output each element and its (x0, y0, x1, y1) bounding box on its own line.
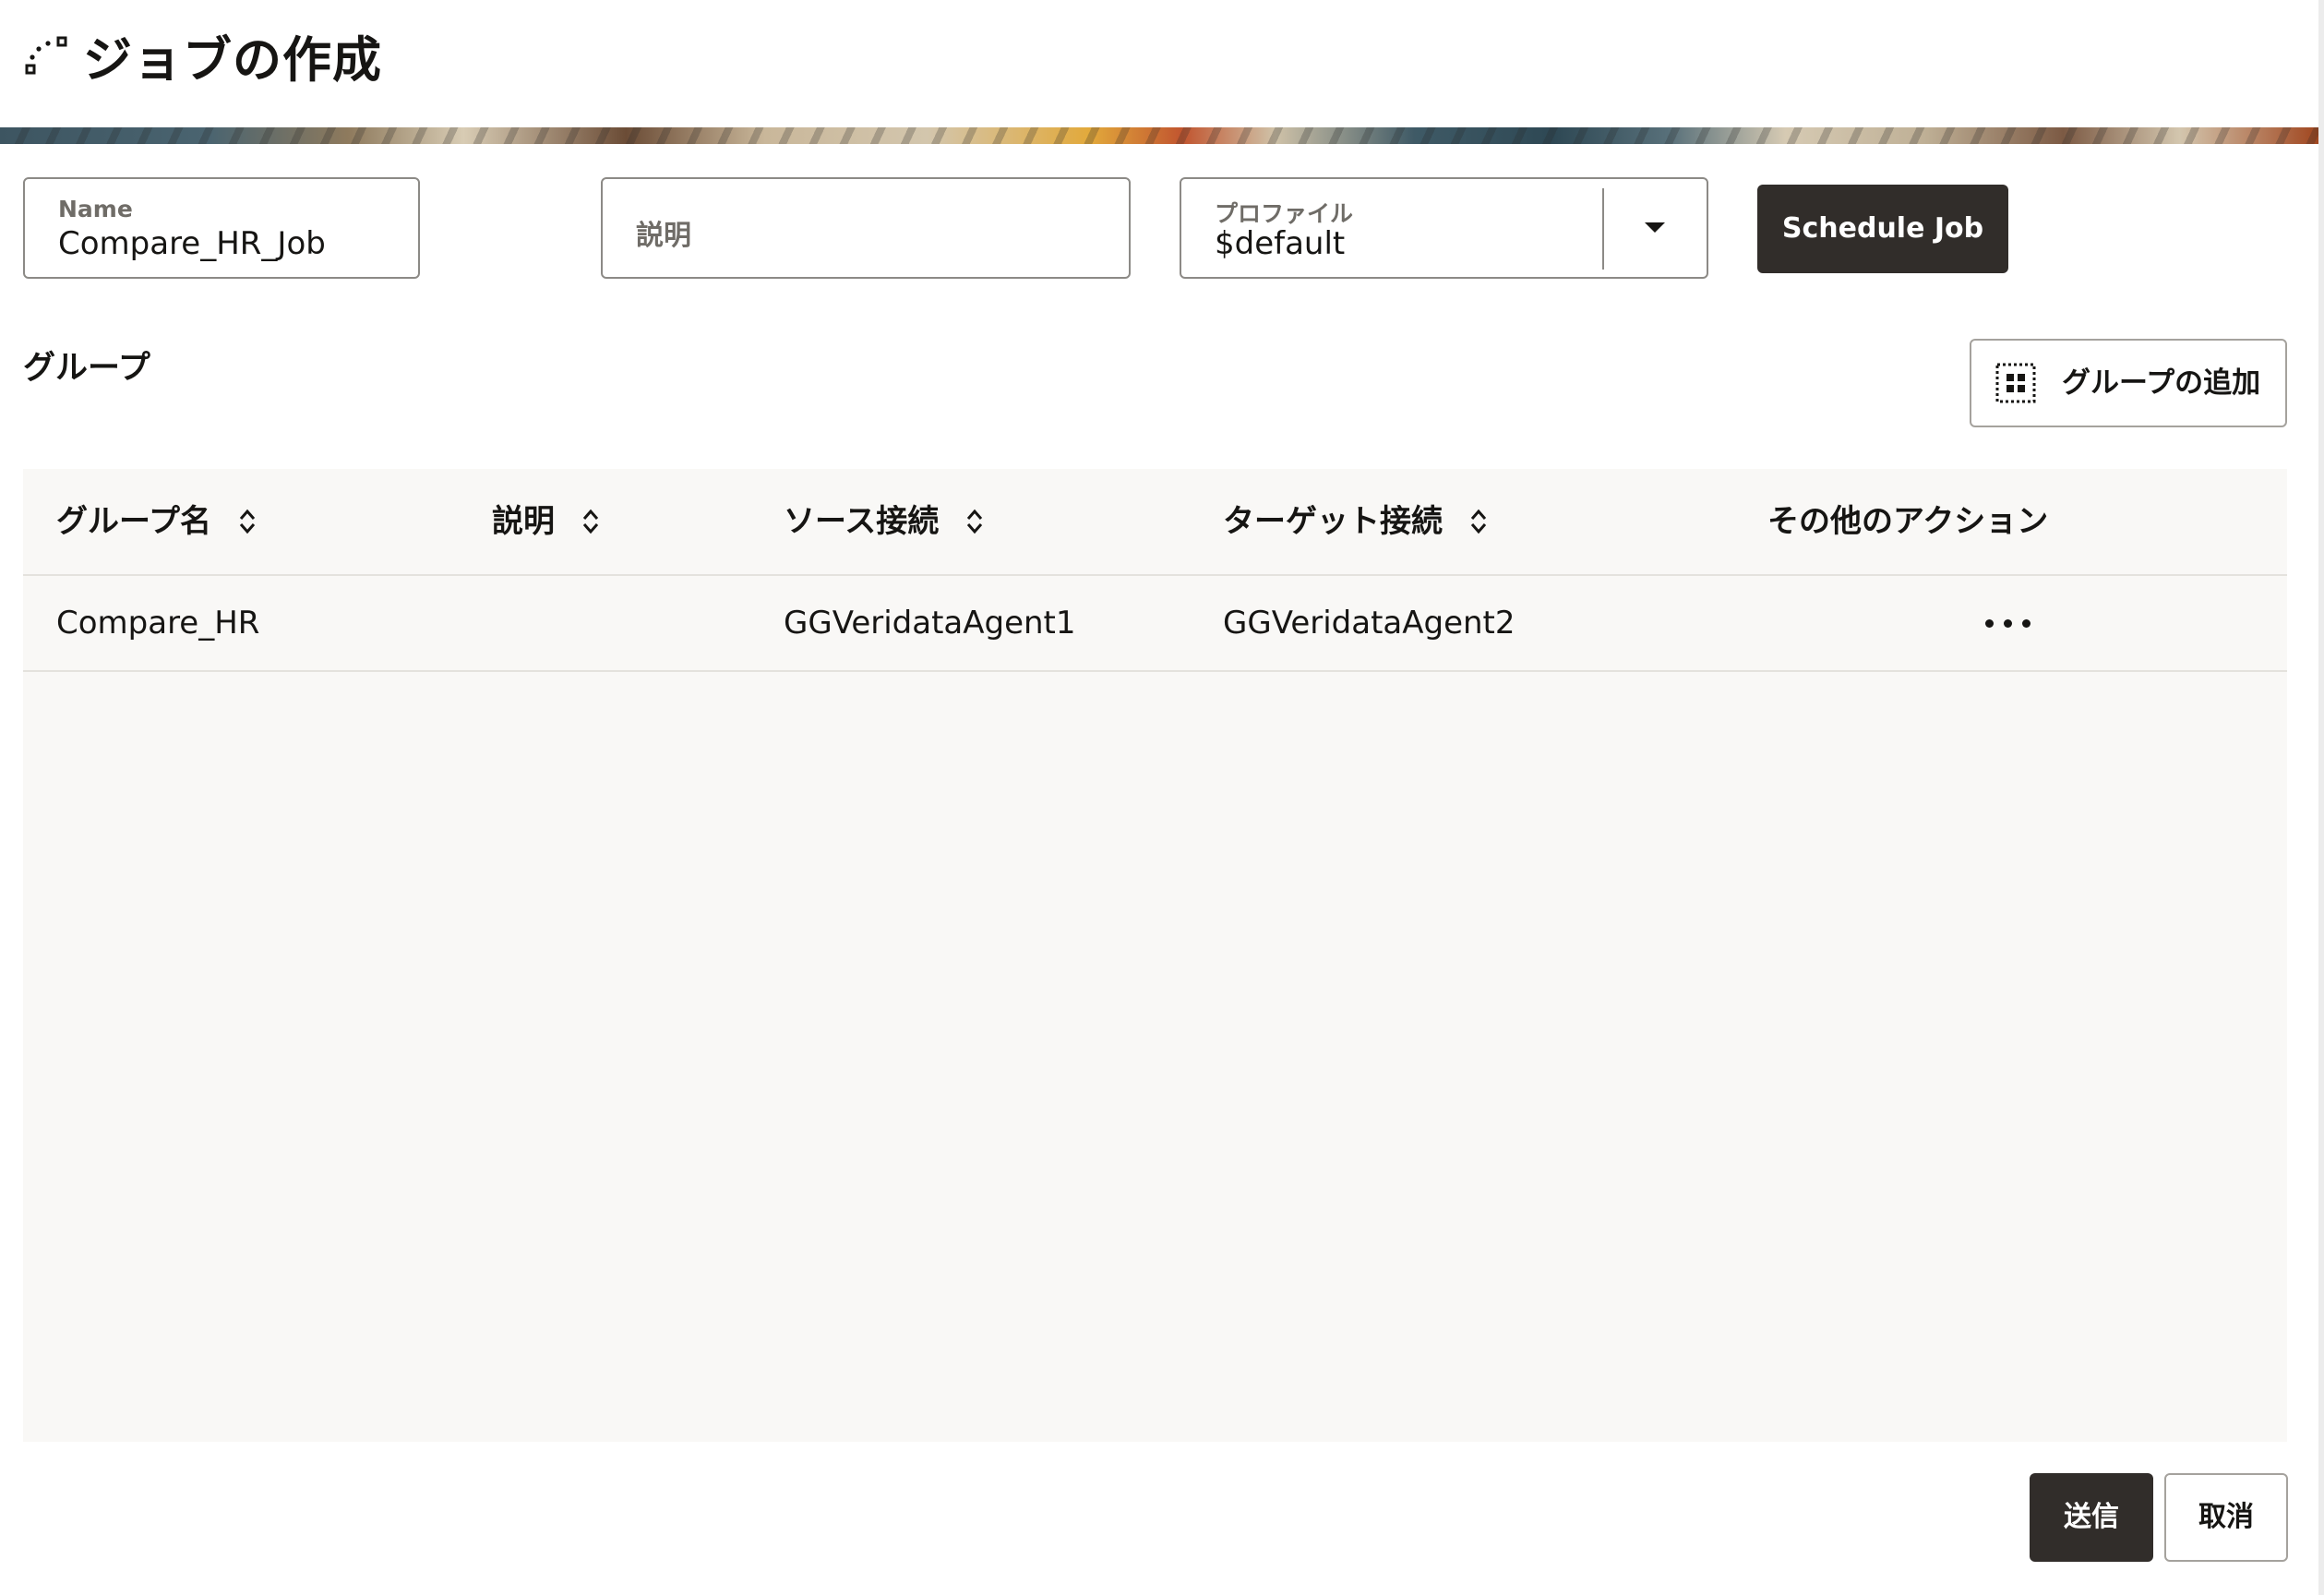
profile-select-value[interactable]: $default (1215, 225, 1345, 262)
column-header-group-name[interactable]: グループ名 (56, 502, 258, 541)
column-header-label: 説明 (492, 503, 555, 540)
more-actions-button[interactable] (1980, 607, 2054, 641)
name-field-value[interactable]: Compare_HR_Job (58, 225, 326, 262)
cell-group-name: Compare_HR (56, 605, 260, 642)
profile-select-label: プロファイル (1215, 200, 1354, 227)
chevron-down-icon[interactable] (1645, 222, 1665, 233)
description-field[interactable]: 説明 (601, 177, 1131, 279)
sort-icon[interactable] (237, 506, 258, 537)
header-banner (0, 127, 2318, 144)
sort-icon[interactable] (581, 506, 601, 537)
submit-button[interactable]: 送信 (2030, 1473, 2153, 1562)
window-edge (2318, 0, 2324, 1595)
page-header: ジョブの作成 (0, 0, 2318, 127)
table-header-row: グループ名 説明 ソース接続 ターゲット接続 その他のアクション (23, 469, 2287, 576)
column-header-label: グループ名 (56, 503, 211, 540)
cell-target-connection: GGVeridataAgent2 (1223, 605, 1515, 642)
page-title: ジョブの作成 (83, 32, 382, 89)
profile-select[interactable]: プロファイル $default (1180, 177, 1708, 279)
groups-table: グループ名 説明 ソース接続 ターゲット接続 その他のアクション Compare… (23, 469, 2287, 1442)
groups-section-title: グループ (23, 350, 150, 387)
add-group-button[interactable]: グループの追加 (1970, 339, 2287, 427)
cell-source-connection: GGVeridataAgent1 (784, 605, 1076, 642)
add-group-label: グループの追加 (2062, 366, 2261, 400)
add-group-icon (1995, 363, 2036, 403)
column-header-label: ソース接続 (784, 503, 940, 540)
column-header-label: ターゲット接続 (1223, 503, 1443, 540)
column-header-label: その他のアクション (1767, 503, 2049, 540)
description-field-placeholder: 説明 (636, 220, 691, 252)
column-header-source-connection[interactable]: ソース接続 (784, 502, 985, 541)
profile-select-divider (1602, 188, 1604, 270)
table-row[interactable]: Compare_HR GGVeridataAgent1 GGVeridataAg… (23, 576, 2287, 672)
sort-icon[interactable] (1468, 506, 1489, 537)
name-field[interactable]: Name Compare_HR_Job (23, 177, 420, 279)
job-flow-icon (25, 36, 67, 75)
column-header-description[interactable]: 説明 (492, 502, 601, 541)
name-field-label: Name (58, 196, 133, 222)
sort-icon[interactable] (964, 506, 985, 537)
column-header-other-actions: その他のアクション (1767, 502, 2048, 541)
schedule-job-button[interactable]: Schedule Job (1757, 185, 2008, 273)
cancel-button[interactable]: 取消 (2164, 1473, 2288, 1562)
column-header-target-connection[interactable]: ターゲット接続 (1223, 502, 1489, 541)
